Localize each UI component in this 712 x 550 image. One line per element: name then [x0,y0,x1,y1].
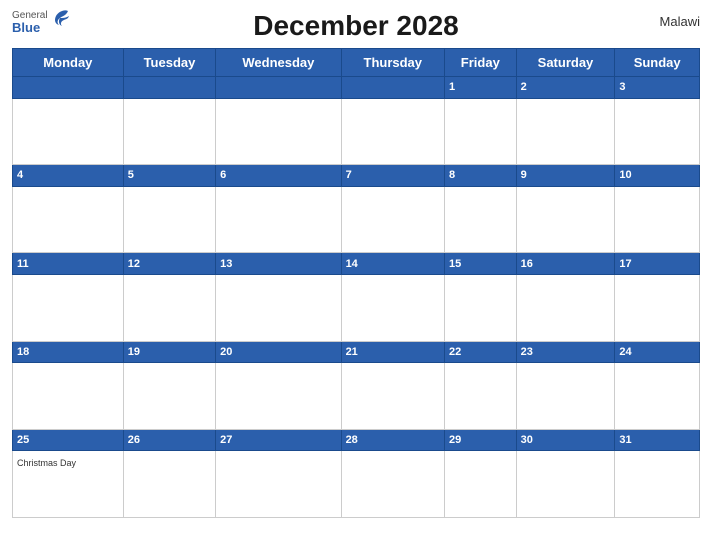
week-2-day-7-content [615,186,700,253]
week-2-day-5-content [444,186,516,253]
calendar-container: General Blue December 2028 Malawi Monday… [0,0,712,550]
header-friday: Friday [444,49,516,77]
week-4-day-3-content [216,363,341,430]
header-tuesday: Tuesday [123,49,215,77]
week-2-day-4-content [341,186,444,253]
header-saturday: Saturday [516,49,615,77]
week-5-day-7-content [615,451,700,518]
week-3-day-5-number: 15 [444,253,516,275]
calendar-title: December 2028 [253,10,458,42]
week-5-day-3-content [216,451,341,518]
week-4-day-2-content [123,363,215,430]
week-4-day-4-number: 21 [341,341,444,363]
week-2-day-5-number: 8 [444,165,516,187]
week-3-content-row [13,274,700,341]
week-3-day-4-number: 14 [341,253,444,275]
week-1-day-3-number [216,77,341,99]
week-4-day-7-content [615,363,700,430]
week-5-day-4-number: 28 [341,429,444,451]
header-thursday: Thursday [341,49,444,77]
week-4-day-7-number: 24 [615,341,700,363]
week-5-day-5-content [444,451,516,518]
week-1-day-5-content [444,98,516,165]
week-3-day-4-content [341,274,444,341]
week-4-day-5-content [444,363,516,430]
week-4-day-6-number: 23 [516,341,615,363]
week-1-day-5-number: 1 [444,77,516,99]
week-4-day-4-content [341,363,444,430]
week-5-date-row: 25262728293031 [13,429,700,451]
week-4-day-1-number: 18 [13,341,124,363]
calendar-country: Malawi [660,14,700,29]
week-2-day-3-content [216,186,341,253]
week-1-day-7-number: 3 [615,77,700,99]
week-2-day-1-number: 4 [13,165,124,187]
week-2-day-6-number: 9 [516,165,615,187]
week-2-day-2-number: 5 [123,165,215,187]
calendar-table: Monday Tuesday Wednesday Thursday Friday… [12,48,700,518]
week-3-day-7-content [615,274,700,341]
week-2-day-6-content [516,186,615,253]
week-2-day-1-content [13,186,124,253]
header-sunday: Sunday [615,49,700,77]
week-3-day-3-content [216,274,341,341]
week-2-day-4-number: 7 [341,165,444,187]
header-row: Monday Tuesday Wednesday Thursday Friday… [13,49,700,77]
week-5-day-6-number: 30 [516,429,615,451]
week-5-day-3-number: 27 [216,429,341,451]
week-1-content-row [13,98,700,165]
week-5-day-2-number: 26 [123,429,215,451]
week-1-day-1-content [13,98,124,165]
week-4-day-1-content [13,363,124,430]
week-5-day-1-event: Christmas Day [17,458,76,468]
week-4-day-5-number: 22 [444,341,516,363]
week-4-day-6-content [516,363,615,430]
week-3-day-7-number: 17 [615,253,700,275]
header-wednesday: Wednesday [216,49,341,77]
week-3-day-6-number: 16 [516,253,615,275]
week-1-day-7-content [615,98,700,165]
week-3-day-1-content [13,274,124,341]
week-1-day-1-number [13,77,124,99]
week-3-day-1-number: 11 [13,253,124,275]
logo-bird-icon [50,8,72,30]
week-5-day-2-content [123,451,215,518]
week-2-day-2-content [123,186,215,253]
week-1-day-2-number [123,77,215,99]
week-3-date-row: 11121314151617 [13,253,700,275]
week-4-date-row: 18192021222324 [13,341,700,363]
week-2-day-7-number: 10 [615,165,700,187]
logo-blue-text: Blue [12,21,40,35]
week-1-date-row: 123 [13,77,700,99]
week-4-day-2-number: 19 [123,341,215,363]
week-3-day-5-content [444,274,516,341]
week-5-day-1-content: Christmas Day [13,451,124,518]
week-1-day-2-content [123,98,215,165]
week-5-day-1-number: 25 [13,429,124,451]
week-3-day-2-number: 12 [123,253,215,275]
week-1-day-3-content [216,98,341,165]
logo: General Blue [12,10,82,35]
header-monday: Monday [13,49,124,77]
week-2-date-row: 45678910 [13,165,700,187]
week-2-day-3-number: 6 [216,165,341,187]
week-5-day-4-content [341,451,444,518]
week-5-day-6-content [516,451,615,518]
week-1-day-6-number: 2 [516,77,615,99]
week-3-day-3-number: 13 [216,253,341,275]
week-3-day-2-content [123,274,215,341]
week-1-day-4-number [341,77,444,99]
week-1-day-4-content [341,98,444,165]
week-5-day-7-number: 31 [615,429,700,451]
calendar-header: General Blue December 2028 Malawi [12,10,700,42]
week-2-content-row [13,186,700,253]
week-3-day-6-content [516,274,615,341]
week-4-content-row [13,363,700,430]
week-1-day-6-content [516,98,615,165]
week-5-day-5-number: 29 [444,429,516,451]
week-4-day-3-number: 20 [216,341,341,363]
week-5-content-row: Christmas Day [13,451,700,518]
